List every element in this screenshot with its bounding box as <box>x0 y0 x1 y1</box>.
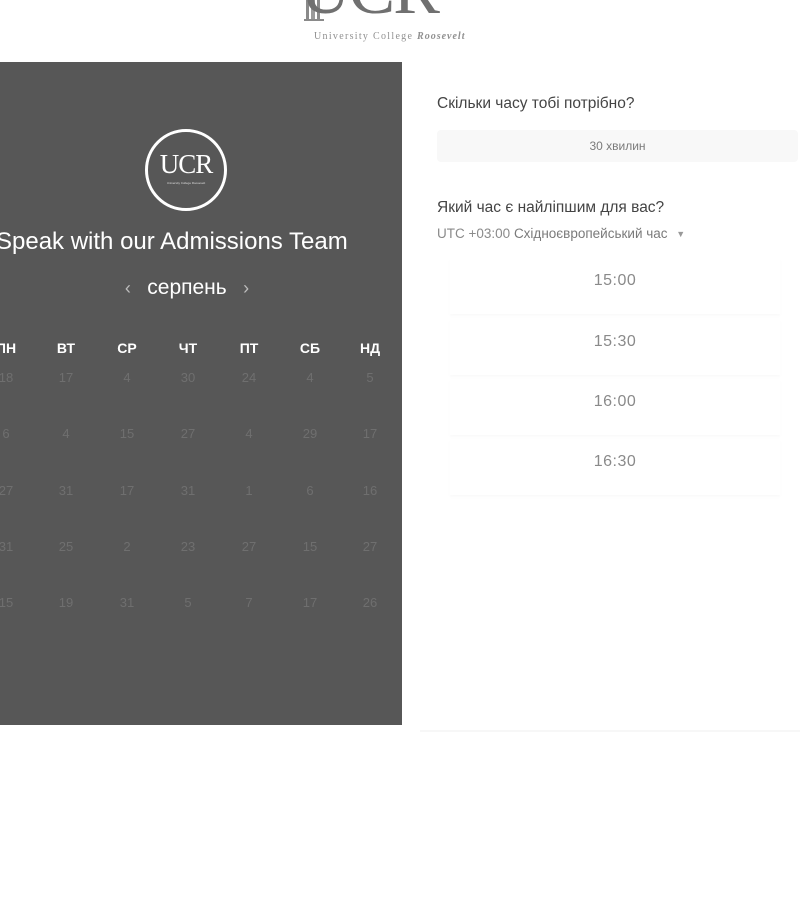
calendar-day: 25 <box>58 539 74 554</box>
calendar-day: 17 <box>58 370 74 385</box>
time-question: Який час є найліпшим для вас? <box>437 199 665 216</box>
weekday-sun: НД <box>359 340 381 356</box>
calendar-day: 18 <box>0 370 14 385</box>
calendar-day: 27 <box>362 539 378 554</box>
day-grid: 18 17 4 30 24 4 5 6 4 15 27 4 29 17 27 3… <box>0 370 402 630</box>
calendar-day: 17 <box>362 426 378 441</box>
calendar-day: 15 <box>0 595 14 610</box>
calendar-day: 5 <box>184 595 192 610</box>
booking-page: UCR University College Roosevelt UCR Uni… <box>0 0 800 900</box>
weekday-header: ПН ВТ СР ЧТ ПТ СБ НД <box>0 340 402 360</box>
calendar-day: 1 <box>245 483 253 498</box>
calendar-day: 29 <box>302 426 318 441</box>
weekday-wed: СР <box>117 340 137 356</box>
calendar-day: 4 <box>123 370 131 385</box>
chevron-down-icon: ▼ <box>676 229 686 240</box>
calendar-day: 24 <box>241 370 257 385</box>
calendar-day: 15 <box>119 426 135 441</box>
calendar-day: 4 <box>62 426 70 441</box>
calendar-day: 31 <box>180 483 196 498</box>
calendar-day: 5 <box>366 370 374 385</box>
weekday-fri: ПТ <box>239 340 259 356</box>
panel-logo-subtext: University College Roosevelt <box>166 181 206 185</box>
panel-logo: UCR University College Roosevelt <box>145 129 227 211</box>
duration-select[interactable]: 30 хвилин <box>437 130 798 162</box>
brand-logo: UCR <box>300 0 440 26</box>
panel-title: Speak with our Admissions Team <box>0 228 348 255</box>
time-slot-button[interactable]: 15:30 <box>450 319 780 375</box>
prev-month-button[interactable]: ‹ <box>117 278 139 299</box>
form-bottom-edge <box>420 730 800 732</box>
calendar-day: 26 <box>362 595 378 610</box>
weekday-tue: ВТ <box>56 340 76 356</box>
calendar-day: 23 <box>180 539 196 554</box>
calendar-day: 30 <box>180 370 196 385</box>
brand-subtitle: University College Roosevelt <box>314 31 465 42</box>
weekday-mon: ПН <box>0 340 17 356</box>
time-slot-button[interactable]: 16:00 <box>450 379 780 435</box>
calendar-day: 2 <box>123 539 131 554</box>
brand-subtitle-emph: Roosevelt <box>417 31 466 42</box>
timezone-select[interactable]: UTC +03:00 Східноєвропейський час ▼ <box>437 226 685 241</box>
calendar-day: 16 <box>362 483 378 498</box>
booking-form: Скільки часу тобі потрібно? 30 хвилин Як… <box>420 62 800 732</box>
calendar-day: 6 <box>306 483 314 498</box>
month-navigation: ‹ серпень › <box>0 276 374 300</box>
calendar-day: 17 <box>302 595 318 610</box>
calendar-day: 17 <box>119 483 135 498</box>
calendar-day: 15 <box>302 539 318 554</box>
calendar-day: 7 <box>245 595 253 610</box>
calendar-day: 31 <box>58 483 74 498</box>
time-slot-button[interactable]: 15:00 <box>450 258 780 314</box>
calendar-day: 27 <box>0 483 14 498</box>
calendar-day: 27 <box>241 539 257 554</box>
calendar-day: 4 <box>245 426 253 441</box>
time-slot-button[interactable]: 16:30 <box>450 439 780 495</box>
calendar-day: 27 <box>180 426 196 441</box>
timezone-offset: UTC +03:00 <box>437 226 511 241</box>
brand-subtitle-main: University College <box>314 31 414 42</box>
calendar-day: 31 <box>119 595 135 610</box>
month-label: серпень <box>147 276 227 299</box>
calendar-day: 31 <box>0 539 14 554</box>
calendar-panel: UCR University College Roosevelt Speak w… <box>0 62 402 725</box>
calendar-day: 19 <box>58 595 74 610</box>
calendar-day: 4 <box>306 370 314 385</box>
brand-header: UCR University College Roosevelt <box>0 0 800 50</box>
timezone-name: Східноєвропейський час <box>513 226 668 241</box>
panel-logo-text: UCR <box>159 149 214 179</box>
weekday-sat: СБ <box>299 340 321 356</box>
duration-question: Скільки часу тобі потрібно? <box>437 95 635 112</box>
calendar-day: 6 <box>2 426 10 441</box>
weekday-thu: ЧТ <box>178 340 198 356</box>
next-month-button[interactable]: › <box>235 278 257 299</box>
